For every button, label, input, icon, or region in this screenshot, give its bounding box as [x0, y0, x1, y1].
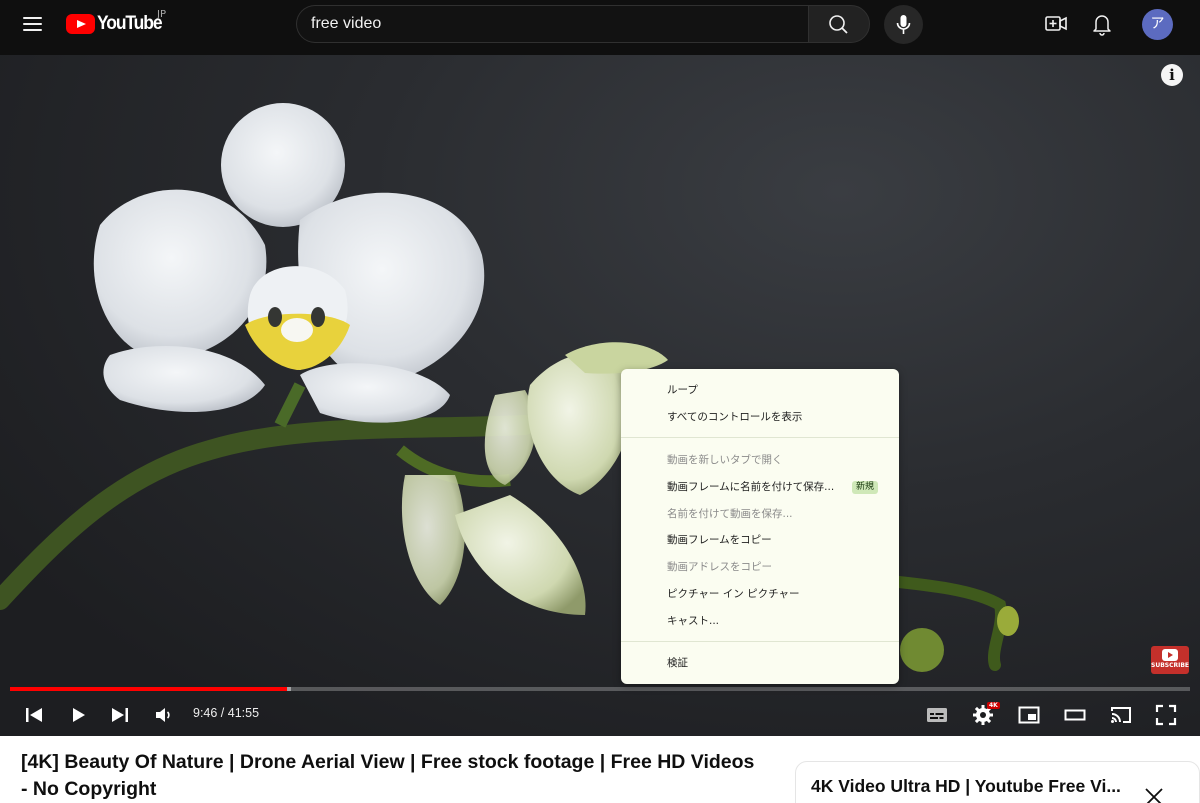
masthead: YouTube JP free video ア — [0, 0, 1200, 50]
context-menu-item-save-frame-as[interactable]: 動画フレームに名前を付けて保存... 新規 — [621, 474, 899, 500]
microphone-icon — [896, 15, 911, 34]
voice-search-button[interactable] — [884, 5, 923, 44]
playlist-title[interactable]: 4K Video Ultra HD | Youtube Free Vi... — [811, 776, 1141, 797]
context-menu-item-cast[interactable]: キャスト... — [621, 608, 899, 634]
fullscreen-icon — [1155, 704, 1177, 726]
previous-button[interactable] — [16, 699, 52, 731]
account-avatar[interactable]: ア — [1142, 9, 1173, 40]
context-menu-divider — [621, 437, 899, 438]
watch-metadata: [4K] Beauty Of Nature | Drone Aerial Vie… — [0, 736, 1200, 803]
youtube-play-icon — [66, 14, 95, 34]
notifications-button[interactable] — [1087, 9, 1117, 39]
logo-text: YouTube — [97, 13, 163, 34]
subtitles-icon — [927, 708, 947, 722]
volume-icon — [156, 708, 170, 722]
next-button[interactable] — [102, 699, 138, 731]
play-icon — [73, 708, 85, 722]
play-button[interactable] — [60, 699, 96, 731]
playlist-panel-header[interactable]: 4K Video Ultra HD | Youtube Free Vi... — [795, 761, 1200, 803]
miniplayer-icon — [1018, 706, 1040, 724]
watermark-play-icon — [1162, 649, 1178, 661]
video-context-menu: ループ すべてのコントロールを表示 動画を新しいタブで開く 動画フレームに名前を… — [621, 369, 899, 684]
theater-mode-icon — [1064, 709, 1086, 721]
new-badge: 新規 — [852, 481, 879, 494]
theater-mode-button[interactable] — [1057, 699, 1093, 731]
context-menu-item-copy-video-address[interactable]: 動画アドレスをコピー — [621, 554, 899, 580]
seek-bar[interactable] — [10, 687, 1190, 691]
search-icon — [829, 15, 848, 34]
context-menu-divider — [621, 641, 899, 642]
app-root: YouTube JP free video ア i SUBSCRIBE 9:46… — [0, 0, 1200, 803]
skip-previous-icon — [26, 708, 42, 722]
context-menu-item-inspect[interactable]: 検証 — [621, 650, 899, 676]
mute-button[interactable] — [146, 699, 182, 731]
context-menu-item-open-video-new-tab[interactable]: 動画を新しいタブで開く — [621, 447, 899, 473]
quality-badge: 4K — [987, 702, 1000, 709]
context-menu-item-show-controls[interactable]: すべてのコントロールを表示 — [621, 404, 899, 430]
video-player[interactable]: i SUBSCRIBE 9:46 / 41:55 4K — [0, 55, 1200, 736]
close-button[interactable] — [1139, 782, 1169, 803]
youtube-logo[interactable]: YouTube — [66, 12, 167, 36]
context-menu-item-save-video-as[interactable]: 名前を付けて動画を保存... — [621, 501, 899, 527]
context-menu-item-picture-in-picture[interactable]: ピクチャー イン ピクチャー — [621, 581, 899, 607]
settings-button[interactable]: 4K — [965, 699, 1001, 731]
context-menu-item-loop[interactable]: ループ — [621, 377, 899, 403]
search-box — [296, 5, 808, 43]
fullscreen-button[interactable] — [1148, 699, 1184, 731]
info-button[interactable]: i — [1161, 64, 1183, 86]
context-menu-item-copy-frame[interactable]: 動画フレームをコピー — [621, 527, 899, 553]
watermark-text: SUBSCRIBE — [1151, 662, 1190, 669]
played-bar — [10, 687, 288, 691]
hamburger-icon — [23, 17, 42, 19]
search-button[interactable] — [808, 5, 870, 43]
video-add-icon — [1045, 16, 1067, 31]
bell-icon — [1093, 15, 1111, 36]
subscribe-watermark[interactable]: SUBSCRIBE — [1151, 646, 1189, 674]
guide-menu-button[interactable] — [18, 10, 48, 38]
subtitles-button[interactable] — [919, 699, 955, 731]
cast-button[interactable] — [1103, 699, 1139, 731]
logo-region-code: JP — [157, 9, 166, 20]
context-menu-item-label: 動画フレームに名前を付けて保存... — [667, 481, 835, 493]
skip-next-icon — [112, 708, 128, 722]
time-display: 9:46 / 41:55 — [193, 706, 260, 720]
search-input[interactable] — [311, 6, 791, 42]
create-video-button[interactable] — [1041, 9, 1071, 39]
close-icon — [1145, 788, 1163, 803]
miniplayer-button[interactable] — [1011, 699, 1047, 731]
cast-icon — [1111, 707, 1131, 723]
video-title: [4K] Beauty Of Nature | Drone Aerial Vie… — [21, 751, 755, 800]
video-frame-image — [0, 103, 1019, 672]
